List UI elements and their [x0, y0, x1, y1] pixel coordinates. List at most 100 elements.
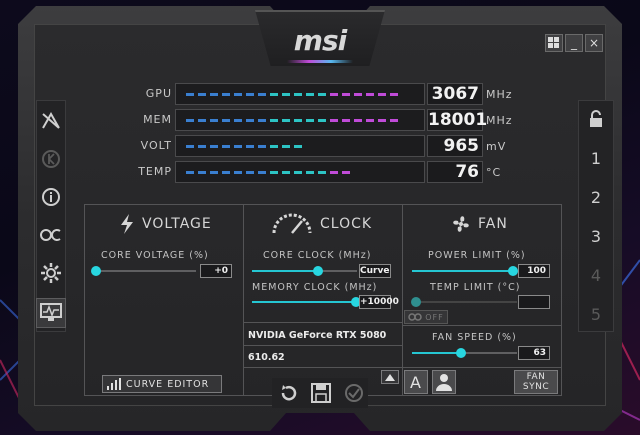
voltage-value: 965 [427, 135, 483, 157]
link-toggle[interactable]: OFF [404, 310, 448, 324]
clock-divider [243, 367, 402, 368]
info-icon[interactable] [38, 184, 64, 210]
core-voltage-slider[interactable] [91, 266, 101, 276]
bar-segment [342, 93, 350, 96]
mem-clock-value: 18001 [427, 109, 488, 131]
expand-up-button[interactable] [381, 370, 399, 384]
bar-segment [222, 93, 230, 96]
clock-panel-header: CLOCK [270, 211, 372, 237]
bar-segment [306, 93, 314, 96]
core-clock-slider[interactable] [313, 266, 323, 276]
voltage-unit: mV [486, 140, 507, 153]
gpu-name: NVIDIA GeForce RTX 5080 [248, 330, 387, 341]
memory-clock-input[interactable]: +10000 [359, 295, 399, 309]
gpu-label: GPU [145, 87, 172, 100]
user-fan-button[interactable] [432, 370, 456, 394]
brand-glow [287, 60, 353, 63]
bar-segment [270, 119, 278, 122]
clock-title: CLOCK [320, 216, 373, 232]
temp-label: TEMP [138, 165, 172, 178]
fan-divider [402, 367, 562, 368]
fan-panel-header: FAN [450, 211, 508, 237]
temp-limit-slider[interactable] [411, 297, 421, 307]
bar-segment [198, 119, 206, 122]
profile-2-button[interactable]: 2 [584, 188, 608, 207]
gpu-clock-unit: MHz [486, 88, 513, 101]
fan-sync-label-2: SYNC [522, 382, 550, 392]
bar-segment [186, 145, 194, 148]
gpu-clock-bar [175, 83, 425, 105]
bar-segment [186, 171, 194, 174]
temp-limit-track [412, 301, 517, 303]
bar-segment [330, 171, 338, 174]
mem-clock-bar [175, 109, 425, 131]
power-limit-slider[interactable] [508, 266, 518, 276]
auto-fan-button[interactable]: A [404, 370, 428, 394]
bar-segment [354, 93, 362, 96]
power-limit-fill [412, 270, 512, 272]
bar-segment [390, 93, 398, 96]
fan-sync-button[interactable]: FAN SYNC [514, 370, 558, 394]
k-circle-icon[interactable] [38, 146, 64, 172]
mem-clock-unit: MHz [486, 114, 513, 127]
bar-segment [342, 171, 350, 174]
bar-segment [294, 119, 302, 122]
kombustor-icon[interactable] [38, 108, 64, 134]
settings-gear-icon[interactable] [38, 260, 64, 286]
curve-editor-button[interactable]: CURVE EDITOR [102, 375, 222, 393]
bar-segment [186, 119, 194, 122]
apply-check-icon[interactable] [344, 383, 364, 407]
monitor-icon[interactable] [36, 298, 66, 328]
fan-speed-input[interactable]: 63 [518, 346, 550, 360]
temperature-unit: °C [486, 166, 502, 179]
profile-5-button[interactable]: 5 [584, 305, 608, 324]
bar-segment [318, 93, 326, 96]
bar-segment [270, 93, 278, 96]
bar-segment [246, 93, 254, 96]
minimize-button[interactable]: _ [565, 34, 583, 52]
bar-segment [210, 145, 218, 148]
profile-1-button[interactable]: 1 [584, 149, 608, 168]
bar-segment [234, 119, 242, 122]
fan-speed-slider[interactable] [456, 348, 466, 358]
bar-segment [186, 93, 194, 96]
lock-icon[interactable] [584, 110, 608, 132]
save-icon[interactable] [311, 383, 331, 407]
close-button[interactable]: × [585, 34, 603, 52]
speedometer-icon [272, 213, 312, 234]
windows-icon[interactable] [545, 34, 563, 52]
oc-scanner-icon[interactable] [38, 222, 64, 248]
power-limit-input[interactable]: 100 [518, 264, 550, 278]
bar-segment [198, 171, 206, 174]
bar-segment [342, 119, 350, 122]
bar-segment [378, 119, 386, 122]
lightning-icon [121, 214, 133, 234]
bar-segment [210, 171, 218, 174]
bar-segment [330, 93, 338, 96]
bar-segment [282, 171, 290, 174]
power-limit-label: POWER LIMIT (%) [428, 250, 526, 261]
bar-segment [282, 145, 290, 148]
bar-segment [234, 93, 242, 96]
right-sidebar [578, 100, 614, 332]
temperature-bar [175, 161, 425, 183]
fan-sync-label-1: FAN [526, 372, 546, 382]
bar-segment [234, 171, 242, 174]
reset-icon[interactable] [279, 383, 299, 407]
voltage-panel-header: VOLTAGE [118, 211, 212, 237]
bar-segment [378, 93, 386, 96]
bar-segment [222, 171, 230, 174]
profile-4-button[interactable]: 4 [584, 266, 608, 285]
core-clock-fill [252, 270, 318, 272]
bar-segment [258, 93, 266, 96]
volt-label: VOLT [140, 139, 172, 152]
fan-divider [402, 325, 562, 326]
core-voltage-input[interactable]: +0 [200, 264, 232, 278]
profile-3-button[interactable]: 3 [584, 227, 608, 246]
core-clock-input[interactable]: Curve [359, 264, 391, 278]
memory-clock-fill [252, 301, 354, 303]
bar-segment [246, 171, 254, 174]
bar-segment [198, 93, 206, 96]
clock-divider [243, 345, 402, 346]
temp-limit-input[interactable] [518, 295, 550, 309]
